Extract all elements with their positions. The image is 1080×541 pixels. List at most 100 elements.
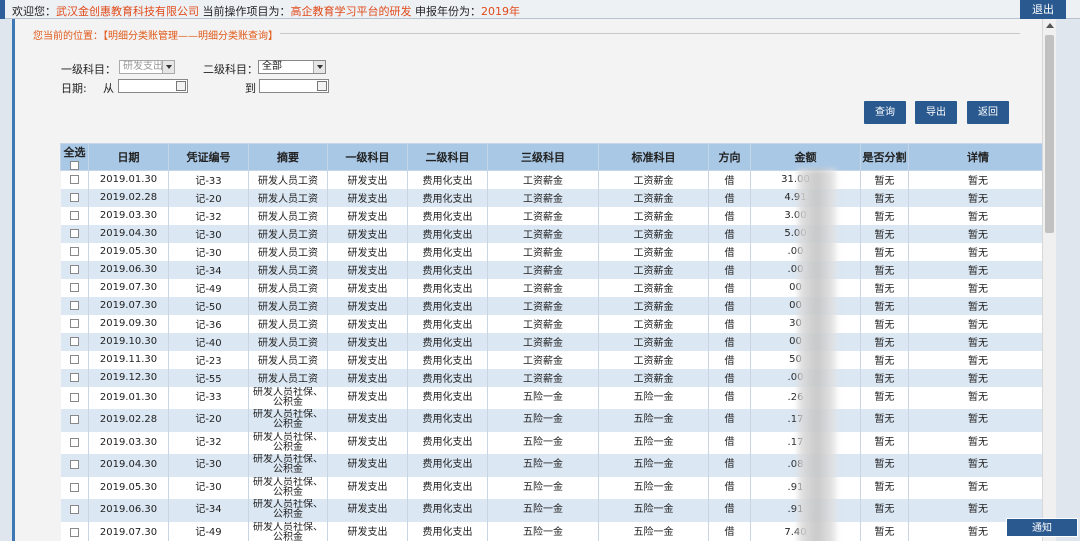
cell-voucher-no: 记-23 <box>168 350 249 369</box>
row-checkbox[interactable] <box>69 336 79 346</box>
table-row: 2019.05.30 记-30 研发人员工资 研发支出 费用化支出 工资薪金 工资薪金借 .0… <box>60 242 1042 261</box>
calendar-icon[interactable] <box>317 81 327 91</box>
cell-summary: 研发人员社保、公积金 <box>248 386 328 409</box>
cell-details: 暂无 <box>908 409 1042 432</box>
cell-level3: 五险一金 <box>487 431 599 454</box>
row-checkbox[interactable] <box>69 264 79 274</box>
row-select-cell <box>60 224 89 243</box>
cell-details: 暂无 <box>908 296 1042 315</box>
cell-level2: 费用化支出 <box>407 521 488 541</box>
table-row: 2019.10.30 记-40 研发人员工资 研发支出 费用化支出 工资薪金 工资薪金借 00… <box>60 332 1042 351</box>
cell-split: 暂无 <box>860 454 909 477</box>
cell-voucher-no: 记-32 <box>168 431 249 454</box>
row-checkbox[interactable] <box>69 505 79 514</box>
row-checkbox[interactable] <box>69 392 79 402</box>
breadcrumb-divider <box>280 33 1020 34</box>
date-to-input[interactable] <box>259 79 329 93</box>
cell-voucher-no: 记-49 <box>168 278 249 297</box>
cell-level3: 工资薪金 <box>487 260 599 279</box>
vertical-scrollbar[interactable] <box>1042 19 1056 541</box>
cell-level3: 五险一金 <box>487 386 599 409</box>
cell-split: 暂无 <box>860 260 909 279</box>
cell-level2: 费用化支出 <box>407 350 488 369</box>
row-select-cell <box>60 368 89 387</box>
row-checkbox[interactable] <box>69 372 79 382</box>
ledger-table: 全选 日期 凭证编号 摘要 一级科目 二级科目 三级科目 标准科目 方向 金额 … <box>60 143 1042 541</box>
cell-level1: 研发支出 <box>327 224 408 243</box>
header-level2: 二级科目 <box>407 143 488 171</box>
logout-button[interactable]: 退出 <box>1020 0 1066 19</box>
cell-voucher-no: 记-34 <box>168 499 249 522</box>
row-checkbox[interactable] <box>69 354 79 364</box>
calendar-icon[interactable] <box>176 81 186 91</box>
cell-level1: 研发支出 <box>327 386 408 409</box>
session-info: 欢迎您：武汉金创惠教育科技有限公司 当前操作项目为：高企教育学习平台的研发 申报… <box>12 3 520 19</box>
row-select-cell <box>60 332 89 351</box>
row-checkbox[interactable] <box>69 415 79 424</box>
cell-summary: 研发人员工资 <box>248 242 328 261</box>
cell-level3: 五险一金 <box>487 476 599 499</box>
cell-details: 暂无 <box>908 476 1042 499</box>
cell-level3: 工资薪金 <box>487 278 599 297</box>
date-from-input[interactable] <box>118 79 188 93</box>
cell-level2: 费用化支出 <box>407 454 488 477</box>
level2-select[interactable]: 全部 <box>258 60 326 74</box>
row-checkbox[interactable] <box>69 527 79 537</box>
header-amount: 金额 <box>750 143 861 171</box>
cell-direction: 借 <box>708 170 751 189</box>
cell-direction: 借 <box>708 296 751 315</box>
cell-level2: 费用化支出 <box>407 242 488 261</box>
table-row: 2019.12.30 记-55 研发人员工资 研发支出 费用化支出 工资薪金 工资薪金借 .0… <box>60 368 1042 387</box>
cell-date: 2019.05.30 <box>88 476 169 499</box>
cell-summary: 研发人员工资 <box>248 278 328 297</box>
row-checkbox[interactable] <box>69 174 79 184</box>
level1-select[interactable]: 研发支出 <box>119 60 175 74</box>
row-select-cell <box>60 314 89 333</box>
notice-button[interactable]: 通知 <box>1006 518 1078 537</box>
row-checkbox[interactable] <box>69 437 79 447</box>
table-row: 2019.04.30 记-30 研发人员工资 研发支出 费用化支出 工资薪金 工资薪金借 5.… <box>60 224 1042 243</box>
header-standard-account: 标准科目 <box>598 143 709 171</box>
row-select-cell <box>60 242 89 261</box>
scroll-up-icon[interactable] <box>1046 23 1054 28</box>
cell-split: 暂无 <box>860 188 909 207</box>
cell-date: 2019.10.30 <box>88 332 169 351</box>
date-label: 日期: <box>61 82 87 95</box>
cell-level2: 费用化支出 <box>407 386 488 409</box>
cell-split: 暂无 <box>860 206 909 225</box>
right-backdrop <box>1056 19 1080 541</box>
back-button[interactable]: 返回 <box>967 101 1009 124</box>
cell-date: 2019.01.30 <box>88 170 169 189</box>
cell-level1: 研发支出 <box>327 170 408 189</box>
cell-summary: 研发人员工资 <box>248 350 328 369</box>
cell-summary: 研发人员社保、公积金 <box>248 409 328 432</box>
header-level3: 三级科目 <box>487 143 599 171</box>
header-level1: 一级科目 <box>327 143 408 171</box>
cell-standard-account: 工资薪金 <box>598 242 709 261</box>
select-all-checkbox[interactable] <box>70 161 79 170</box>
row-checkbox[interactable] <box>69 482 79 492</box>
cell-split: 暂无 <box>860 296 909 315</box>
row-checkbox[interactable] <box>69 210 79 220</box>
cell-date: 2019.06.30 <box>88 499 169 522</box>
export-button[interactable]: 导出 <box>915 101 957 124</box>
table-row: 2019.01.30 记-33 研发人员工资 研发支出 费用化支出 工资薪金 工资薪金借 31… <box>60 170 1042 189</box>
row-checkbox[interactable] <box>69 318 79 328</box>
breadcrumb: 您当前的位置：【明细分类账管理——明细分类账查询】 <box>33 31 278 42</box>
row-checkbox[interactable] <box>69 228 79 238</box>
row-checkbox[interactable] <box>69 246 79 256</box>
row-checkbox[interactable] <box>69 460 79 469</box>
cell-level1: 研发支出 <box>327 314 408 333</box>
cell-standard-account: 工资薪金 <box>598 188 709 207</box>
query-button[interactable]: 查询 <box>864 101 906 124</box>
cell-standard-account: 工资薪金 <box>598 296 709 315</box>
cell-summary: 研发人员工资 <box>248 206 328 225</box>
cell-level2: 费用化支出 <box>407 499 488 522</box>
row-checkbox[interactable] <box>69 282 79 292</box>
scrollbar-thumb[interactable] <box>1045 35 1054 233</box>
cell-summary: 研发人员工资 <box>248 260 328 279</box>
cell-standard-account: 五险一金 <box>598 409 709 432</box>
cell-voucher-no: 记-34 <box>168 260 249 279</box>
row-checkbox[interactable] <box>69 300 79 310</box>
row-checkbox[interactable] <box>69 192 79 202</box>
